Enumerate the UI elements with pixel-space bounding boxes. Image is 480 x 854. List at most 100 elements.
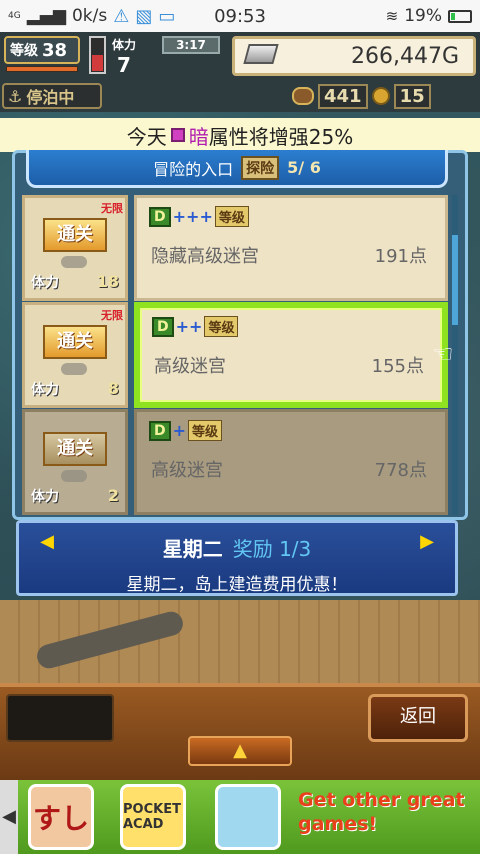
dungeon-info[interactable]: D ++ 等级 高级迷宫 155点: [134, 302, 448, 408]
ad-banner[interactable]: ◀ すし POCKET ACAD Get other great games!: [0, 780, 480, 854]
status-right: ≋ 19%: [386, 6, 472, 26]
ad-prev-icon[interactable]: ◀: [0, 780, 18, 854]
dungeon-info[interactable]: D +++ 等级 隐藏高级迷宫 191点: [134, 195, 448, 301]
stamina-timer: 3:17: [162, 36, 220, 54]
network-type: 4G: [8, 11, 21, 21]
stamina-value: 7: [117, 53, 131, 77]
dungeon-info[interactable]: D + 等级 高级迷宫 778点: [134, 409, 448, 515]
dungeon-name: 高级迷宫: [151, 460, 223, 481]
reward-description: 星期二，岛上建造费用优惠！: [126, 575, 348, 595]
resource-icon: [292, 87, 314, 105]
dungeon-row[interactable]: 通关 体力 2 D + 等级 高级迷宫 778点: [22, 409, 448, 515]
dungeon-name: 隐藏高级迷宫: [151, 246, 259, 267]
ad-cta-text[interactable]: Get other great games!: [298, 788, 476, 848]
dungeon-thumbnail: 通关 体力 2: [22, 409, 128, 515]
dungeon-rank: D ++ 等级: [152, 316, 239, 337]
unlimited-label: 无限: [101, 202, 123, 215]
reward-day: 星期二: [162, 537, 223, 561]
stamina-cost: 体力 18: [31, 272, 119, 292]
cost-label: 体力: [31, 275, 59, 291]
cost-value: 2: [107, 486, 119, 505]
back-button[interactable]: 返回: [368, 694, 468, 742]
status-bar: 4G ▂▄▆ 0k/s ⚠ ▧ ▭ 09:53 ≋ 19%: [0, 0, 480, 32]
prev-arrow-icon[interactable]: ◀: [39, 531, 55, 552]
battery-percent: 19%: [404, 6, 442, 26]
anchor-icon: ⚓: [8, 86, 23, 106]
cost-value: 18: [96, 272, 119, 291]
cost-label: 体力: [31, 382, 59, 398]
dungeon-name: 高级迷宫: [154, 356, 226, 377]
stamina-cost: 体力 2: [31, 486, 119, 506]
ad-app-sushi[interactable]: すし: [28, 784, 94, 850]
wifi-icon: ≋: [385, 7, 399, 25]
banner-suffix: 属性将增强25%: [208, 124, 354, 149]
warning-icon: ⚠: [113, 5, 130, 27]
rank-letter: D: [149, 206, 171, 227]
stamina-cost: 体力 8: [31, 379, 119, 399]
cleared-stamp: 通关: [43, 218, 107, 252]
ad-app-pocket-academy[interactable]: POCKET ACAD: [120, 784, 186, 850]
stamina-label: 体力: [112, 38, 137, 52]
level-progress-bar: [6, 66, 78, 72]
network-speed: 0k/s: [71, 6, 108, 26]
dungeon-points: 778点: [374, 460, 427, 481]
cleared-stamp: 通关: [43, 325, 107, 359]
dungeon-points: 155点: [371, 356, 424, 377]
battery-icon: [448, 9, 472, 23]
anchored-label: 停泊中: [26, 88, 75, 107]
dungeon-rank: D + 等级: [149, 420, 223, 441]
rank-letter: D: [152, 316, 174, 337]
dungeon-row[interactable]: 无限 通关 体力 8 D ++ 等级 高级迷宫 155点: [22, 302, 448, 408]
cost-label: 体力: [31, 489, 59, 505]
reward-title: 星期二 奖励 1/3: [19, 533, 455, 562]
gallery-icon: ▧: [135, 5, 153, 27]
banner-attribute: 暗: [188, 124, 209, 149]
skull-icon: [61, 256, 87, 268]
resource-counters: 441 15: [292, 82, 478, 110]
coin-icon: [371, 87, 390, 105]
skull-icon: [61, 363, 87, 375]
attribute-banner: 今天 暗 属性将增强25%: [0, 118, 480, 152]
explore-badge: 探险: [241, 155, 280, 180]
silver-ingot-icon: [243, 44, 279, 64]
dungeon-rank: D +++ 等级: [149, 206, 249, 227]
rank-plus: +++: [172, 207, 213, 226]
dungeon-row[interactable]: 无限 通关 体力 18 D +++ 等级 隐藏高级迷宫 191点: [22, 195, 448, 301]
resource-b-value: 15: [393, 83, 431, 109]
status-left: 4G ▂▄▆ 0k/s ⚠ ▧ ▭: [8, 6, 175, 27]
rank-tag: 等级: [188, 420, 223, 441]
banner-prefix: 今天: [126, 124, 167, 149]
signal-icon: ▂▄▆: [26, 6, 66, 26]
gem-icon: [170, 128, 185, 142]
level-value: 38: [42, 39, 68, 61]
anchored-status[interactable]: ⚓ 停泊中: [2, 83, 102, 109]
stamina-display: 体力 7: [112, 34, 136, 77]
cleared-stamp: 通关: [43, 432, 107, 466]
level-display: 等级 38: [4, 36, 80, 64]
unlimited-label: 无限: [101, 309, 123, 322]
rank-letter: D: [149, 420, 171, 441]
reward-panel: ◀ ▶ 星期二 奖励 1/3 星期二，岛上建造费用优惠！: [16, 520, 458, 596]
rank-plus: ++: [175, 317, 203, 336]
cost-value: 8: [107, 379, 119, 398]
panel-header: 冒险的入口 探险 5/ 6: [26, 150, 448, 188]
resource-a-value: 441: [318, 83, 368, 109]
stamina-gauge: [89, 36, 106, 74]
level-label: 等级: [10, 43, 38, 59]
expand-up-button[interactable]: ▲: [188, 736, 292, 766]
dungeon-thumbnail: 无限 通关 体力 18: [22, 195, 128, 301]
pointing-hand-icon: ☜: [432, 340, 454, 368]
gold-value: 266,447G: [350, 43, 459, 69]
up-arrow-icon: ▲: [233, 740, 247, 761]
explore-progress: 5/ 6: [287, 158, 321, 177]
empty-slot: [6, 694, 114, 742]
ad-app-castle[interactable]: [215, 784, 281, 850]
dungeon-thumbnail: 无限 通关 体力 8: [22, 302, 128, 408]
rank-tag: 等级: [204, 316, 239, 337]
message-icon: ▭: [158, 5, 176, 27]
reward-counter: 奖励 1/3: [232, 537, 312, 561]
skull-icon: [61, 470, 87, 482]
dungeon-points: 191点: [374, 246, 427, 267]
panel-title: 冒险的入口: [153, 159, 234, 179]
next-arrow-icon[interactable]: ▶: [419, 531, 435, 552]
